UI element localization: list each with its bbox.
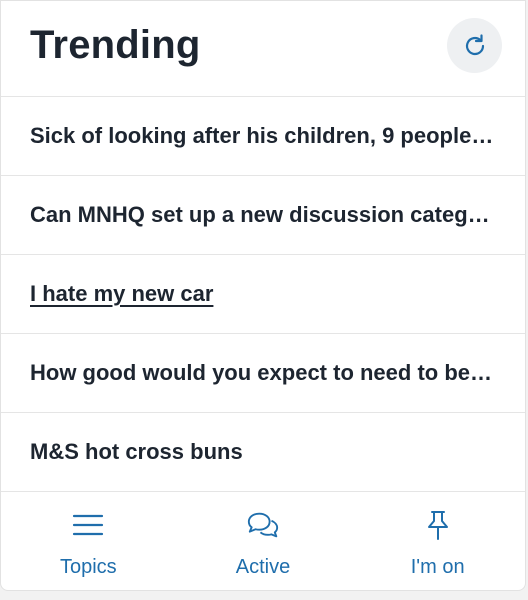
- thread-item[interactable]: How good would you expect to need to be …: [1, 334, 525, 413]
- pin-icon: [421, 508, 455, 542]
- menu-icon: [71, 508, 105, 542]
- thread-item[interactable]: I hate my new car: [1, 255, 525, 334]
- refresh-icon: [465, 33, 484, 55]
- bottom-tab-bar: Topics Active I'm on: [1, 492, 525, 590]
- tab-label: I'm on: [410, 556, 465, 578]
- refresh-button[interactable]: [447, 18, 502, 73]
- trending-header: Trending: [1, 1, 525, 97]
- tab-active[interactable]: Active: [176, 492, 351, 590]
- thread-item[interactable]: Can MNHQ set up a new discussion categor…: [1, 176, 525, 255]
- thread-title: I hate my new car: [30, 281, 214, 306]
- thread-title: Sick of looking after his children, 9 pe…: [30, 123, 495, 148]
- thread-title: How good would you expect to need to be …: [30, 360, 495, 385]
- page-title: Trending: [30, 23, 201, 67]
- thread-item[interactable]: M&S hot cross buns: [1, 413, 525, 492]
- thread-title: M&S hot cross buns: [30, 439, 243, 464]
- tab-topics[interactable]: Topics: [1, 492, 176, 590]
- thread-title: Can MNHQ set up a new discussion categor…: [30, 202, 495, 227]
- thread-item[interactable]: Sick of looking after his children, 9 pe…: [1, 97, 525, 176]
- trending-panel: Trending Sick of looking after his child…: [0, 0, 526, 591]
- tab-label: Topics: [59, 556, 117, 578]
- tab-label: Active: [235, 556, 291, 578]
- thread-list: Sick of looking after his children, 9 pe…: [1, 97, 525, 492]
- chat-bubbles-icon: [246, 508, 280, 542]
- tab-im-on[interactable]: I'm on: [350, 492, 525, 590]
